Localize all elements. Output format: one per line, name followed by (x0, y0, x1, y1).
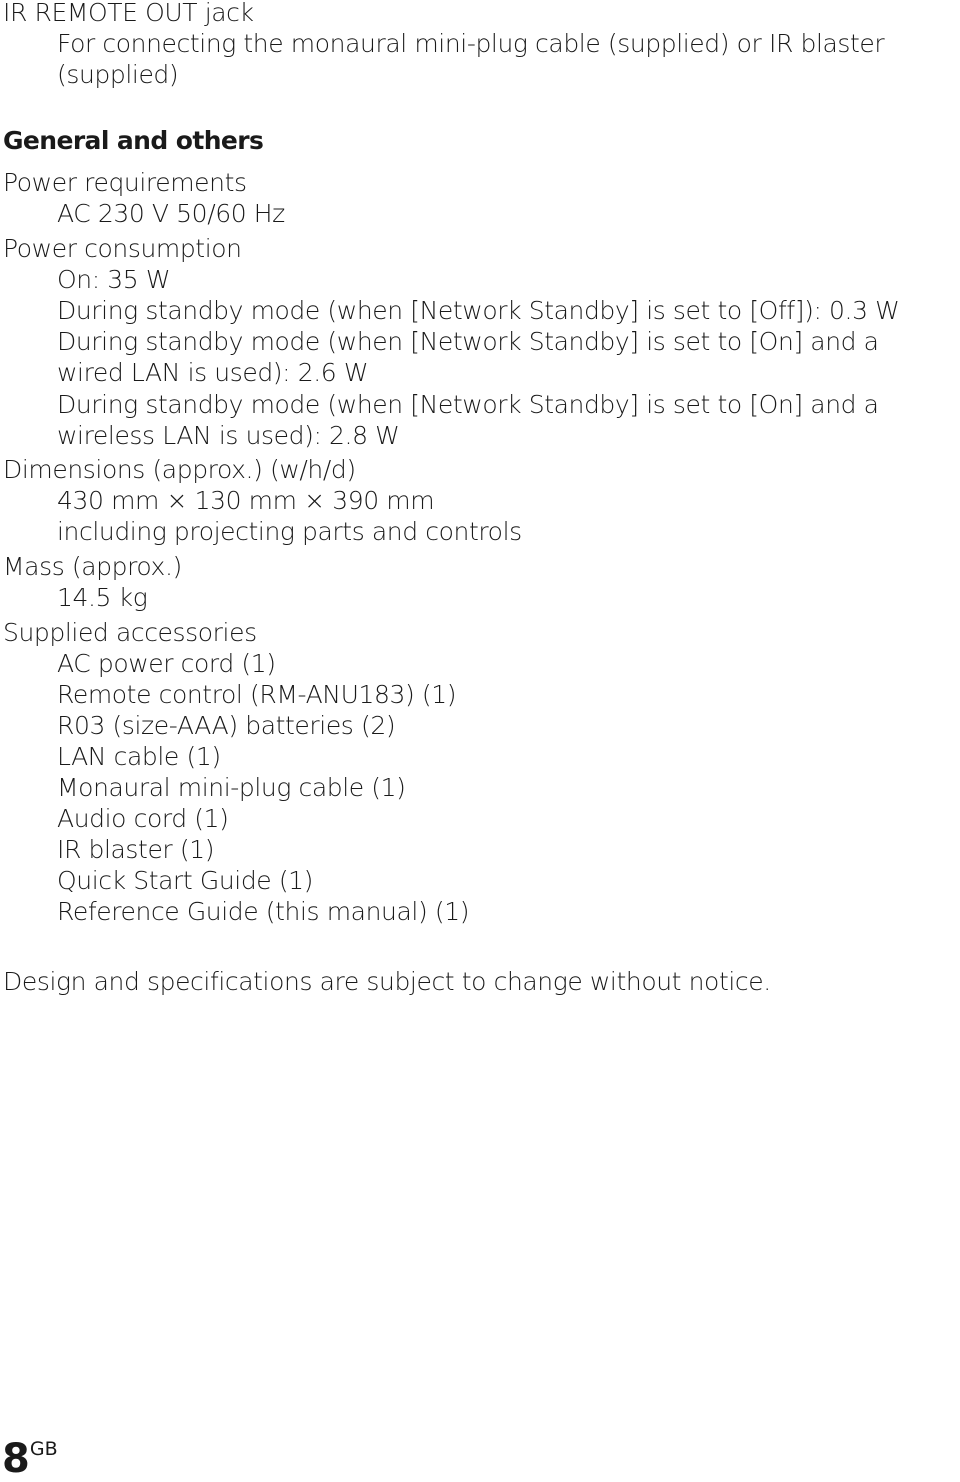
accessory-item: Audio cord (1) (57, 804, 229, 833)
power-consumption-standby-off: During standby mode (when [Network Stand… (57, 296, 900, 325)
ir-remote-out-label: IR REMOTE OUT jack (3, 0, 254, 27)
power-consumption-on: On: 35 W (57, 265, 171, 294)
power-consumption-standby-wired-cont: wired LAN is used): 2.6 W (57, 358, 369, 387)
dimensions-note: including projecting parts and controls (57, 517, 522, 546)
accessory-item: LAN cable (1) (57, 742, 221, 771)
power-consumption-standby-wireless-cont: wireless LAN is used): 2.8 W (57, 421, 400, 450)
ir-remote-out-desc-cont: (supplied) (57, 60, 179, 89)
power-consumption-standby-wired: During standby mode (when [Network Stand… (57, 327, 879, 356)
page-number-value: 8 (2, 1436, 30, 1482)
accessory-item: AC power cord (1) (57, 649, 276, 678)
specifications-notice: Design and specifications are subject to… (3, 967, 771, 996)
power-consumption-standby-wireless: During standby mode (when [Network Stand… (57, 390, 879, 419)
page-number: 8GB (2, 1437, 58, 1481)
accessory-item: IR blaster (1) (57, 835, 215, 864)
power-requirements-label: Power requirements (3, 168, 247, 197)
dimensions-label: Dimensions (approx.) (w/h/d) (3, 455, 356, 484)
section-heading-general: General and others (3, 126, 264, 155)
mass-value: 14.5 kg (57, 583, 148, 612)
power-consumption-label: Power consumption (3, 234, 242, 263)
power-requirements-value: AC 230 V 50/60 Hz (57, 199, 285, 228)
page-number-suffix: GB (29, 1438, 58, 1460)
mass-label: Mass (approx.) (3, 552, 182, 581)
dimensions-value: 430 mm × 130 mm × 390 mm (57, 486, 435, 515)
accessories-label: Supplied accessories (3, 618, 257, 647)
accessory-item: Reference Guide (this manual) (1) (57, 897, 470, 926)
accessory-item: Remote control (RM-ANU183) (1) (57, 680, 457, 709)
accessory-item: Monaural mini-plug cable (1) (57, 773, 406, 802)
accessory-item: R03 (size-AAA) batteries (2) (57, 711, 396, 740)
ir-remote-out-desc: For connecting the monaural mini-plug ca… (57, 29, 885, 58)
accessory-item: Quick Start Guide (1) (57, 866, 314, 895)
manual-page: IR REMOTE OUT jack For connecting the mo… (0, 0, 960, 1481)
